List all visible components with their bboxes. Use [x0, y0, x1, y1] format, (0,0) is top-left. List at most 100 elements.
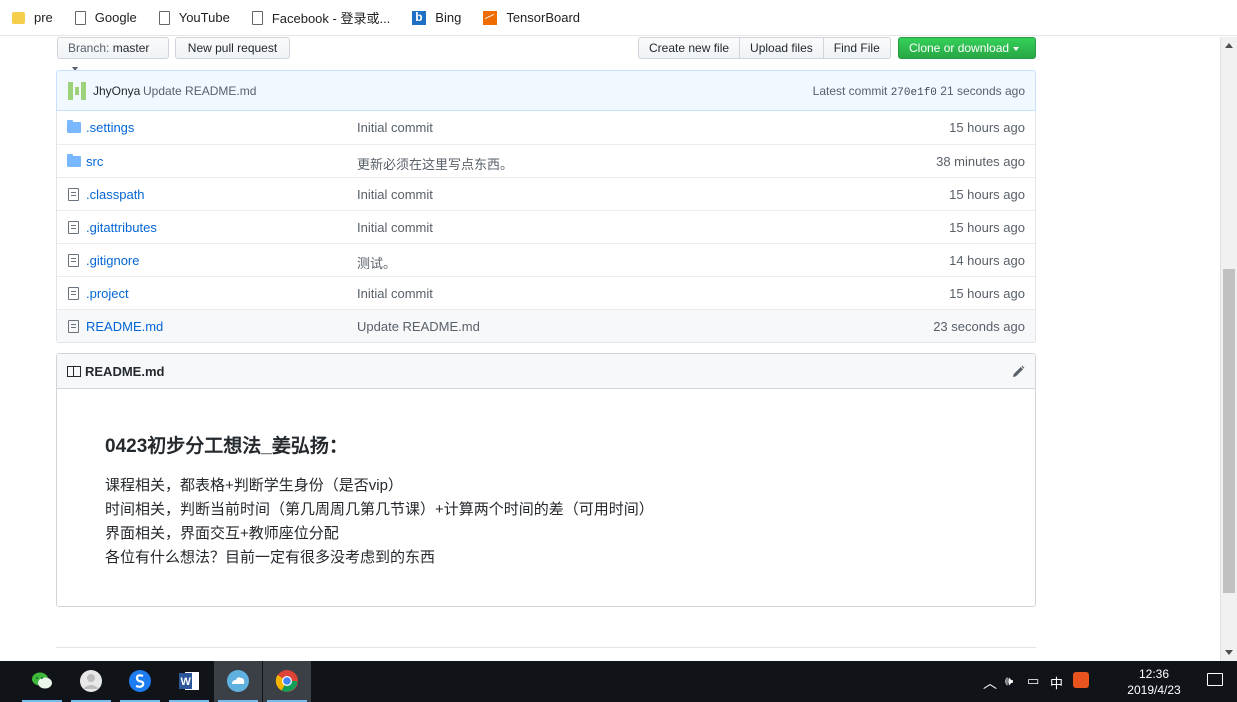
- notifications-icon[interactable]: [1207, 673, 1223, 686]
- file-age: 15 hours ago: [949, 120, 1025, 135]
- readme-content: 0423初步分工想法_姜弘扬： 课程相关，都表格+判断学生身份（是否vip） 时…: [57, 389, 1035, 570]
- file-icon: [68, 320, 79, 333]
- page-icon: [158, 10, 170, 25]
- readme-line: 课程相关，都表格+判断学生身份（是否vip）: [105, 477, 403, 494]
- file-commit-message[interactable]: Initial commit: [357, 120, 433, 135]
- file-commit-message[interactable]: Initial commit: [357, 187, 433, 202]
- readme-panel: README.md 0423初步分工想法_姜弘扬： 课程相关，都表格+判断学生身…: [56, 353, 1036, 607]
- bookmark-tensorboard[interactable]: TensorBoard: [483, 10, 580, 25]
- file-name-link[interactable]: .gitattributes: [86, 220, 157, 235]
- taskbar-chrome[interactable]: [263, 661, 311, 702]
- sogou-browser-icon: [129, 670, 151, 692]
- page-scrollbar[interactable]: [1220, 37, 1237, 661]
- bing-icon: [412, 10, 427, 25]
- file-name-link[interactable]: .project: [86, 286, 129, 301]
- taskbar-cloud[interactable]: [214, 661, 262, 702]
- file-row: .gitignore 测试。 14 hours ago: [57, 243, 1035, 276]
- file-name-link[interactable]: README.md: [86, 319, 163, 334]
- file-navigation: Branch: master New pull request Create n…: [57, 37, 1036, 71]
- clock[interactable]: 12:36 2019/4/23: [1119, 666, 1189, 698]
- page-icon: [74, 10, 86, 25]
- cloud-icon: [227, 670, 249, 692]
- commit-message-link[interactable]: Update README.md: [143, 84, 256, 98]
- commit-author-link[interactable]: JhyOnya: [93, 84, 140, 98]
- file-age: 14 hours ago: [949, 253, 1025, 268]
- file-name-link[interactable]: .settings: [86, 120, 134, 135]
- bookmarks-bar: pre Google YouTube Facebook - 登录或... Bin…: [0, 0, 1237, 36]
- file-list: .settings Initial commit 15 hours ago sr…: [56, 111, 1036, 343]
- volume-icon[interactable]: 🕪: [1005, 673, 1013, 689]
- file-icon: [68, 254, 79, 267]
- commit-sha-link[interactable]: 270e1f0: [891, 87, 937, 99]
- file-commit-message[interactable]: 更新必须在这里写点东西。: [357, 154, 513, 173]
- file-row: .project Initial commit 15 hours ago: [57, 276, 1035, 309]
- folder-icon: [67, 154, 81, 167]
- file-row: .gitattributes Initial commit 15 hours a…: [57, 210, 1035, 243]
- taskbar-contacts[interactable]: [67, 661, 115, 702]
- chevron-up-icon[interactable]: ︿: [983, 673, 997, 693]
- file-row: src 更新必须在这里写点东西。 38 minutes ago: [57, 144, 1035, 177]
- new-pull-request-button[interactable]: New pull request: [175, 37, 290, 59]
- book-icon: [67, 366, 81, 377]
- taskbar-wechat[interactable]: [18, 661, 66, 702]
- wechat-icon: [32, 672, 52, 689]
- sogou-ime-icon[interactable]: [1073, 672, 1089, 688]
- scroll-up-arrow-icon[interactable]: [1225, 43, 1233, 48]
- file-age: 38 minutes ago: [936, 154, 1025, 169]
- bookmark-bing[interactable]: Bing: [412, 10, 461, 25]
- file-icon: [68, 221, 79, 234]
- bookmark-google[interactable]: Google: [74, 10, 137, 25]
- windows-taskbar: W ︿ 🕪 ▭ 中 12:36 2019/4/23: [0, 661, 1237, 702]
- folder-icon: [67, 120, 81, 133]
- file-actions-group: Create new file Upload files Find File: [638, 37, 891, 59]
- find-file-button[interactable]: Find File: [822, 37, 891, 59]
- upload-files-button[interactable]: Upload files: [739, 37, 824, 59]
- readme-line: 各位有什么想法？目前一定有很多没考虑到的东西: [105, 549, 436, 566]
- clone-or-download-button[interactable]: Clone or download: [898, 37, 1036, 59]
- scroll-down-arrow-icon[interactable]: [1225, 650, 1233, 655]
- bookmark-youtube[interactable]: YouTube: [158, 10, 230, 25]
- file-row: README.md Update README.md 23 seconds ag…: [57, 309, 1035, 342]
- ime-indicator[interactable]: 中: [1050, 673, 1063, 692]
- avatar[interactable]: [68, 82, 86, 100]
- readme-title: README.md: [85, 364, 165, 379]
- file-name-link[interactable]: .gitignore: [86, 253, 139, 268]
- caret-down-icon: [1013, 46, 1020, 51]
- latest-commit-info: Latest commit 270e1f0 21 seconds ago: [812, 84, 1025, 99]
- folder-icon: [12, 11, 25, 24]
- file-age: 15 hours ago: [949, 220, 1025, 235]
- network-icon[interactable]: ▭: [1027, 673, 1039, 689]
- chrome-icon: [275, 670, 298, 692]
- taskbar-word[interactable]: W: [165, 661, 213, 702]
- commit-age: 21 seconds ago: [940, 84, 1025, 98]
- page-icon: [251, 10, 263, 25]
- svg-text:W: W: [181, 676, 192, 688]
- file-row: .classpath Initial commit 15 hours ago: [57, 177, 1035, 210]
- file-commit-message[interactable]: Initial commit: [357, 220, 433, 235]
- bookmark-pre[interactable]: pre: [12, 10, 53, 25]
- create-new-file-button[interactable]: Create new file: [638, 37, 741, 59]
- file-row: .settings Initial commit 15 hours ago: [57, 111, 1035, 144]
- word-icon: W: [179, 672, 199, 690]
- scrollbar-thumb[interactable]: [1223, 269, 1235, 593]
- taskbar-sogou-browser[interactable]: [116, 661, 164, 702]
- branch-select-button[interactable]: Branch: master: [57, 37, 169, 71]
- file-age: 15 hours ago: [949, 286, 1025, 301]
- file-icon: [68, 287, 79, 300]
- file-name-link[interactable]: src: [86, 154, 103, 169]
- footer-divider: [56, 647, 1036, 648]
- taskbar-file-explorer[interactable]: [0, 661, 10, 702]
- pencil-icon[interactable]: [1011, 365, 1025, 379]
- file-age: 15 hours ago: [949, 187, 1025, 202]
- readme-header: README.md: [57, 354, 1035, 389]
- contacts-icon: [80, 670, 102, 692]
- file-commit-message[interactable]: Initial commit: [357, 286, 433, 301]
- file-name-link[interactable]: .classpath: [86, 187, 145, 202]
- bookmark-facebook[interactable]: Facebook - 登录或...: [251, 8, 390, 27]
- latest-commit-bar: JhyOnya Update README.md Latest commit 2…: [56, 70, 1036, 111]
- readme-line: 时间相关，判断当前时间（第几周周几第几节课）+计算两个时间的差（可用时间）: [105, 501, 654, 518]
- file-age: 23 seconds ago: [933, 319, 1025, 334]
- file-icon: [68, 188, 79, 201]
- file-commit-message[interactable]: 测试。: [357, 253, 396, 272]
- file-commit-message[interactable]: Update README.md: [357, 319, 480, 334]
